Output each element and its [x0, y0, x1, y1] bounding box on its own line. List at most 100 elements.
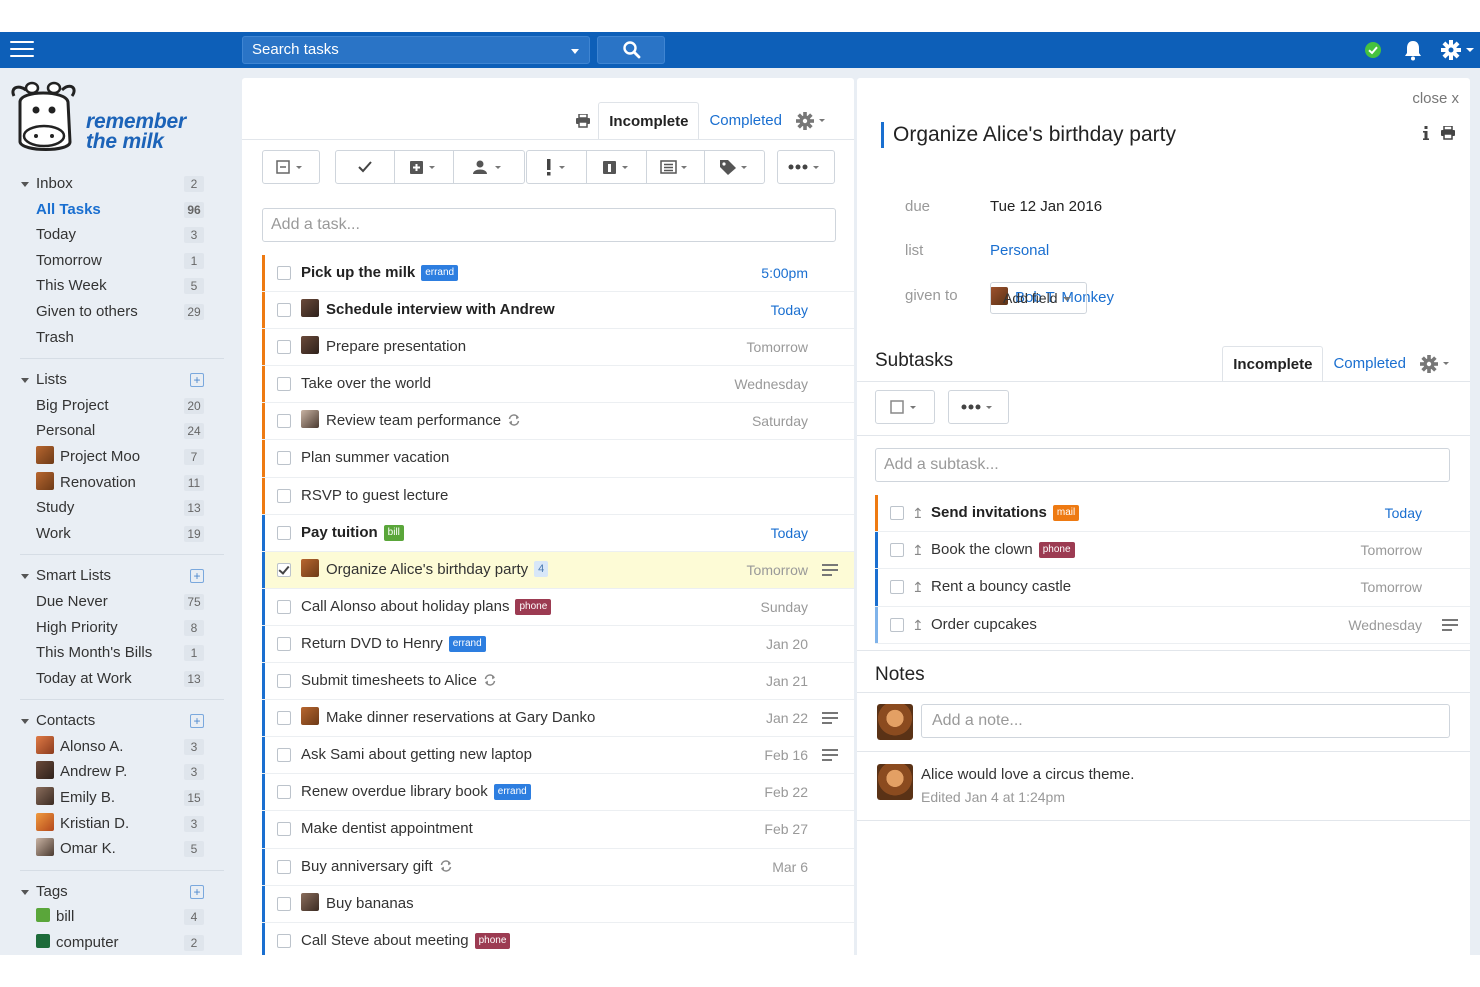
- task-checkbox[interactable]: [277, 340, 291, 355]
- complete-button[interactable]: [335, 150, 395, 184]
- add-icon[interactable]: +: [190, 714, 204, 729]
- sidebar-item-given-to-others[interactable]: Given to others 29: [0, 299, 232, 325]
- sync-status-icon[interactable]: [1365, 42, 1381, 58]
- collapse-triangle-icon[interactable]: [21, 889, 29, 895]
- sidebar-item-today-at-work[interactable]: Today at Work 13: [0, 666, 232, 692]
- postpone-button[interactable]: [586, 150, 647, 184]
- app-logo[interactable]: remember the milk: [8, 80, 208, 160]
- printer-icon[interactable]: [1440, 126, 1456, 140]
- subtask-tab-completed[interactable]: Completed: [1323, 346, 1416, 382]
- add-icon[interactable]: +: [190, 569, 204, 584]
- collapse-triangle-icon[interactable]: [21, 378, 29, 384]
- task-row[interactable]: Take over the world Wednesday: [262, 366, 854, 404]
- sidebar-item-alonso-a-[interactable]: Alonso A. 3: [0, 734, 232, 760]
- tag-badge[interactable]: phone: [474, 932, 511, 949]
- due-value[interactable]: Tue 12 Jan 2016: [990, 198, 1102, 215]
- task-row[interactable]: Submit timesheets to Alice Jan 21: [262, 663, 854, 701]
- tag-badge[interactable]: phone: [1038, 542, 1075, 559]
- sidebar-item-project-moo[interactable]: Project Moo 7: [0, 444, 232, 470]
- task-row[interactable]: Ask Sami about getting new laptop Feb 16: [262, 737, 854, 775]
- subtask-row[interactable]: ↥ Order cupcakes Wednesday: [875, 606, 1470, 644]
- sidebar-group-lists[interactable]: Lists +: [0, 367, 232, 393]
- task-row[interactable]: Organize Alice's birthday party 4 Tomorrow: [262, 551, 854, 589]
- sidebar-item-trash[interactable]: Trash: [0, 325, 232, 351]
- tag-badge[interactable]: phone: [515, 598, 552, 615]
- search-input[interactable]: Search tasks: [242, 36, 590, 64]
- tag-badge[interactable]: bill: [383, 524, 404, 541]
- task-row[interactable]: Renew overdue library book errand Feb 22: [262, 774, 854, 812]
- collapse-triangle-icon[interactable]: [21, 574, 29, 580]
- collapse-triangle-icon[interactable]: [21, 719, 29, 725]
- move-to-list-button[interactable]: [646, 150, 705, 184]
- tab-incomplete[interactable]: Incomplete: [598, 102, 700, 140]
- sidebar-group-contacts[interactable]: Contacts +: [0, 708, 232, 734]
- subtask-select-button[interactable]: [875, 390, 935, 424]
- task-checkbox[interactable]: [277, 451, 291, 466]
- tag-badge[interactable]: errand: [448, 635, 486, 652]
- add-icon[interactable]: +: [190, 373, 204, 388]
- task-row[interactable]: Make dentist appointment Feb 27: [262, 811, 854, 849]
- task-checkbox[interactable]: [277, 822, 291, 837]
- sidebar-item-kristian-d-[interactable]: Kristian D. 3: [0, 811, 232, 837]
- task-row[interactable]: Pay tuition bill Today: [262, 514, 854, 552]
- task-checkbox[interactable]: [277, 303, 291, 318]
- task-row[interactable]: Pick up the milk errand 5:00pm: [262, 255, 854, 293]
- sidebar-item-bill[interactable]: bill 4: [0, 904, 232, 930]
- tag-badge[interactable]: errand: [493, 784, 531, 801]
- list-settings-button[interactable]: [792, 102, 832, 140]
- tab-completed[interactable]: Completed: [699, 102, 792, 140]
- sidebar-item-this-month-s-bills[interactable]: This Month's Bills 1: [0, 640, 232, 666]
- sidebar-item-renovation[interactable]: Renovation 11: [0, 470, 232, 496]
- sidebar-item-big-project[interactable]: Big Project 20: [0, 393, 232, 419]
- sidebar-item-this-week[interactable]: This Week 5: [0, 273, 232, 299]
- sidebar-group-tags[interactable]: Tags +: [0, 879, 232, 905]
- task-row[interactable]: Buy bananas: [262, 885, 854, 923]
- settings-gear-icon[interactable]: [1440, 39, 1476, 61]
- list-value[interactable]: Personal: [990, 242, 1049, 259]
- sidebar-item-all-tasks[interactable]: All Tasks 96: [0, 197, 232, 223]
- subtask-row[interactable]: ↥ Rent a bouncy castle Tomorrow: [875, 569, 1470, 607]
- due-date-button[interactable]: [394, 150, 454, 184]
- task-checkbox[interactable]: [277, 636, 291, 651]
- subtask-row[interactable]: ↥ Send invitations mail Today: [875, 495, 1470, 533]
- sidebar-group-inbox[interactable]: Inbox 2: [0, 171, 232, 197]
- note-text[interactable]: Alice would love a circus theme.: [921, 766, 1134, 783]
- add-field-button[interactable]: Add field: [990, 282, 1087, 314]
- sidebar-item-emily-b-[interactable]: Emily B. 15: [0, 785, 232, 811]
- sidebar-item-work[interactable]: Work 19: [0, 521, 232, 547]
- task-row[interactable]: Return DVD to Henry errand Jan 20: [262, 625, 854, 664]
- subtask-checkbox[interactable]: [890, 543, 904, 558]
- task-checkbox[interactable]: [277, 414, 291, 429]
- assign-button[interactable]: [453, 150, 525, 184]
- sidebar-item-high-priority[interactable]: High Priority 8: [0, 615, 232, 641]
- task-row[interactable]: Make dinner reservations at Gary Danko Ja…: [262, 700, 854, 738]
- collapse-triangle-icon[interactable]: [21, 182, 29, 187]
- sidebar-item-omar-k-[interactable]: Omar K. 5: [0, 836, 232, 862]
- task-checkbox[interactable]: [277, 377, 291, 392]
- subtask-tab-incomplete[interactable]: Incomplete: [1222, 346, 1324, 382]
- task-checkbox[interactable]: [277, 599, 291, 614]
- task-checkbox[interactable]: [277, 266, 291, 280]
- menu-icon[interactable]: [10, 41, 34, 59]
- task-row[interactable]: Review team performance Saturday: [262, 403, 854, 441]
- subtask-checkbox[interactable]: [890, 617, 904, 632]
- sidebar-group-smart-lists[interactable]: Smart Lists +: [0, 563, 232, 589]
- subtask-checkbox[interactable]: [890, 580, 904, 595]
- task-row[interactable]: Call Alonso about holiday plans phone Sund…: [262, 588, 854, 626]
- subtask-more-button[interactable]: [948, 390, 1009, 424]
- sidebar-item-due-never[interactable]: Due Never 75: [0, 589, 232, 615]
- print-button[interactable]: [568, 102, 598, 140]
- task-checkbox[interactable]: [277, 785, 291, 800]
- info-icon[interactable]: [1422, 126, 1430, 140]
- task-title[interactable]: Organize Alice's birthday party: [881, 122, 1176, 148]
- task-checkbox[interactable]: [277, 674, 291, 689]
- add-task-input[interactable]: Add a task...: [262, 208, 836, 242]
- task-checkbox[interactable]: [277, 525, 291, 540]
- tag-badge[interactable]: errand: [421, 265, 459, 281]
- task-row[interactable]: Prepare presentation Tomorrow: [262, 329, 854, 367]
- task-checkbox[interactable]: [277, 748, 291, 763]
- more-actions-button[interactable]: [777, 150, 835, 184]
- task-checkbox[interactable]: [277, 896, 291, 911]
- task-checkbox[interactable]: [277, 933, 291, 948]
- task-row[interactable]: RSVP to guest lecture: [262, 477, 854, 515]
